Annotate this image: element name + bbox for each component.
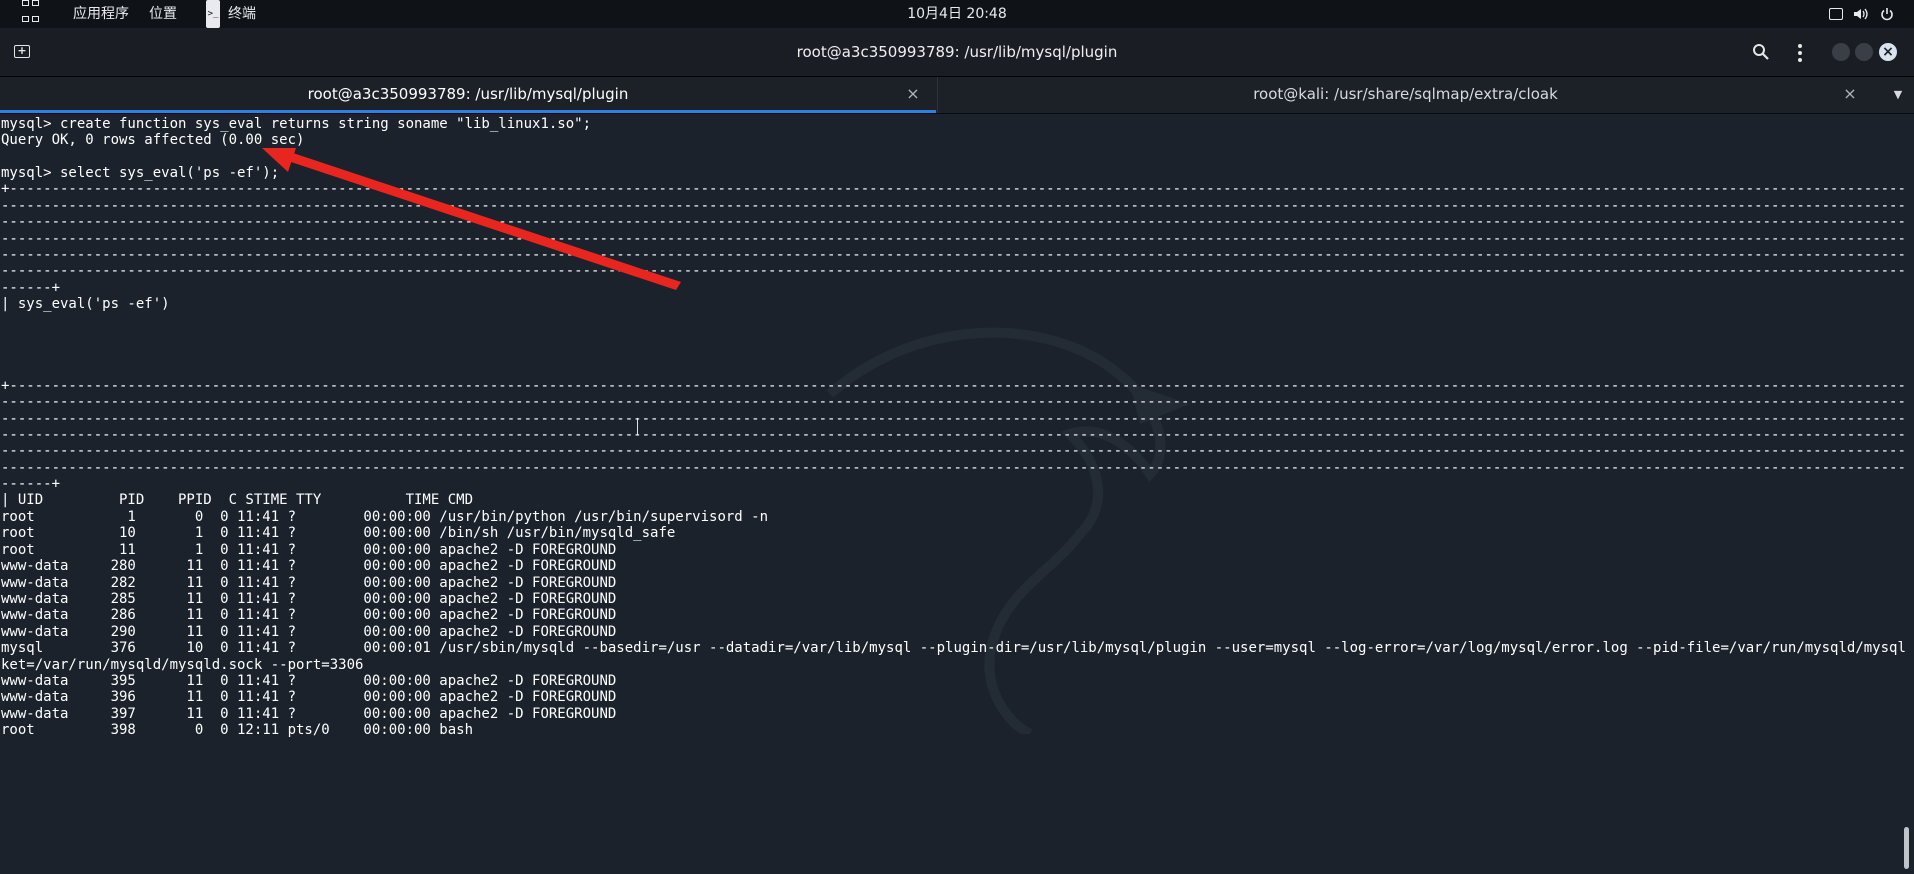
tab-close-icon[interactable]: × bbox=[1842, 77, 1858, 111]
volume-icon[interactable] bbox=[1853, 7, 1868, 21]
screen-icon[interactable] bbox=[1829, 8, 1843, 20]
red-annotation-arrow bbox=[262, 148, 681, 290]
minimize-icon[interactable] bbox=[1832, 43, 1850, 61]
system-top-bar: 应用程序 位置 >_ 终端 10月4日 20:48 bbox=[0, 0, 1914, 28]
kebab-menu-icon[interactable] bbox=[1794, 42, 1806, 62]
close-icon[interactable]: × bbox=[1879, 43, 1897, 61]
tab-mysql-plugin[interactable]: root@a3c350993789: /usr/lib/mysql/plugin… bbox=[0, 77, 936, 113]
tab-label: root@kali: /usr/share/sqlmap/extra/cloak bbox=[1253, 85, 1558, 103]
window-header: + root@a3c350993789: /usr/lib/mysql/plug… bbox=[0, 28, 1914, 77]
terminal-output[interactable]: mysql> create function sys_eval returns … bbox=[0, 114, 1914, 874]
search-icon[interactable] bbox=[1752, 43, 1770, 61]
window-title: root@a3c350993789: /usr/lib/mysql/plugin bbox=[796, 43, 1118, 61]
tab-label: root@a3c350993789: /usr/lib/mysql/plugin bbox=[307, 85, 629, 103]
clock[interactable]: 10月4日 20:48 bbox=[0, 0, 1914, 28]
scrollbar[interactable] bbox=[1904, 827, 1909, 869]
tab-close-icon[interactable]: × bbox=[905, 77, 921, 111]
power-icon[interactable] bbox=[1880, 7, 1894, 21]
maximize-icon[interactable] bbox=[1855, 43, 1873, 61]
tab-sqlmap-cloak[interactable]: root@kali: /usr/share/sqlmap/extra/cloak… bbox=[937, 77, 1873, 113]
tabs-dropdown-icon[interactable]: ▼ bbox=[1888, 77, 1908, 113]
tab-bar: root@a3c350993789: /usr/lib/mysql/plugin… bbox=[0, 77, 1914, 114]
